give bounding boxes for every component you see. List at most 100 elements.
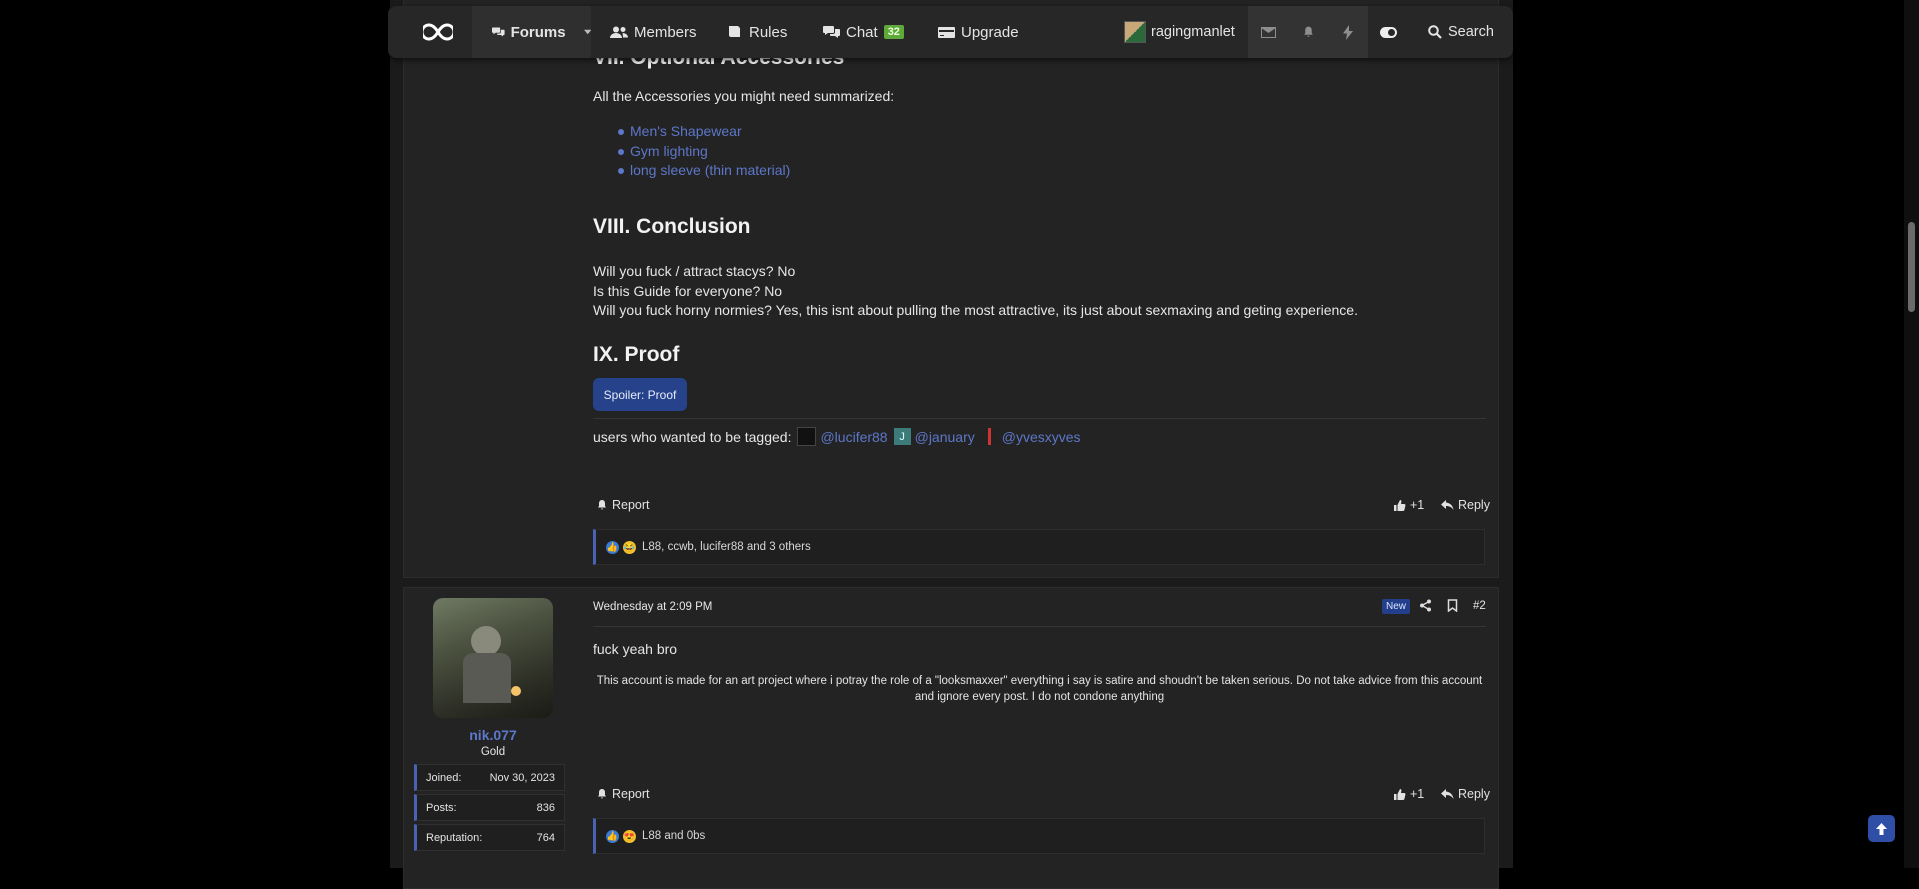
theme-toggle[interactable]: [1368, 6, 1408, 58]
conclusion-line: Will you fuck horny normies? Yes, this i…: [593, 302, 1358, 318]
spoiler-button[interactable]: Spoiler: Proof: [593, 378, 687, 411]
back-to-top-button[interactable]: [1868, 815, 1895, 842]
like-button[interactable]: +1: [1393, 787, 1424, 801]
chevron-down-icon[interactable]: [583, 29, 591, 35]
reactions-bar[interactable]: 👍 😍 L88 and 0bs: [593, 818, 1485, 854]
scrollbar-thumb[interactable]: [1908, 222, 1915, 312]
stat-row-joined: Joined: Nov 30, 2023: [414, 764, 565, 791]
user-rank: Gold: [480, 746, 506, 758]
list-item[interactable]: Men's Shapewear: [617, 122, 790, 142]
post-timestamp[interactable]: Wednesday at 2:09 PM: [593, 601, 712, 613]
search-label: Search: [1448, 24, 1494, 40]
list-item[interactable]: Gym lighting: [617, 142, 790, 162]
lightning-icon: [1343, 24, 1353, 40]
like-count: +1: [1410, 787, 1425, 801]
reply-icon: [1441, 500, 1454, 510]
stat-value: 836: [536, 801, 555, 814]
stat-value: Nov 30, 2023: [489, 771, 555, 784]
reactions-bar[interactable]: 👍 😂 L88, ccwb, lucifer88 and 3 others: [593, 529, 1485, 565]
accessories-list: Men's Shapewear Gym lighting long sleeve…: [617, 122, 790, 181]
stat-label: Joined:: [426, 771, 462, 784]
infinity-logo-icon: [423, 23, 453, 41]
conclusion-line: Is this Guide for everyone? No: [593, 283, 783, 299]
tagged-intro: users who wanted to be tagged:: [593, 428, 792, 445]
site-logo[interactable]: [408, 6, 468, 58]
nav-members-label: Members: [634, 23, 697, 41]
tagged-users-line: users who wanted to be tagged: @lucifer8…: [593, 427, 1081, 446]
whats-new-button[interactable]: [1328, 6, 1368, 58]
like-count: +1: [1410, 498, 1425, 512]
laugh-reaction-icon: 😂: [623, 540, 636, 554]
users-icon: [610, 26, 628, 38]
avatar[interactable]: [433, 598, 553, 718]
report-button[interactable]: Report: [596, 498, 650, 512]
like-button[interactable]: +1: [1393, 498, 1424, 512]
proof-heading: IX. Proof: [593, 343, 680, 366]
avatar: [1124, 21, 1146, 43]
list-item[interactable]: long sleeve (thin material): [617, 161, 790, 181]
nav-members[interactable]: Members: [610, 6, 697, 58]
top-navigation: Forums Members Rules Chat 32 Upgrade rag…: [388, 6, 1513, 58]
nav-rules-label: Rules: [749, 23, 788, 41]
chat-icon: [823, 26, 840, 38]
report-label: Report: [612, 787, 650, 801]
conclusion-heading: VIII. Conclusion: [593, 215, 751, 238]
scrollbar[interactable]: [1904, 0, 1919, 868]
reply-button[interactable]: Reply: [1441, 498, 1490, 512]
nav-forums-label: Forums: [510, 23, 566, 41]
mention-link[interactable]: @lucifer88: [820, 429, 887, 445]
thumbs-up-icon: [1394, 499, 1406, 511]
username-label: ragingmanlet: [1151, 24, 1235, 40]
reply-label: Reply: [1458, 787, 1490, 801]
reply-icon: [1441, 789, 1454, 799]
stat-row-posts: Posts: 836: [414, 794, 565, 821]
conclusion-line: Will you fuck / attract stacys? No: [593, 263, 796, 279]
user-menu[interactable]: ragingmanlet: [1124, 6, 1235, 58]
envelope-icon: [1260, 26, 1276, 38]
bell-icon: [598, 500, 606, 510]
arrow-up-icon: [1876, 822, 1887, 835]
nav-chat[interactable]: Chat 32: [823, 6, 904, 58]
reactions-text: L88, ccwb, lucifer88 and 3 others: [642, 541, 811, 553]
post-message: fuck yeah bro: [593, 641, 678, 657]
share-icon[interactable]: [1419, 599, 1432, 615]
report-label: Report: [612, 498, 650, 512]
stat-label: Posts:: [426, 801, 457, 814]
nav-upgrade-label: Upgrade: [961, 23, 1019, 41]
bookmark-icon[interactable]: [1447, 599, 1458, 615]
mention-link[interactable]: @yvesxyves: [1002, 429, 1081, 445]
forums-icon: [492, 27, 505, 37]
inbox-button[interactable]: [1248, 6, 1288, 58]
book-icon: [729, 26, 740, 37]
post-signature: This account is made for an art project …: [596, 675, 1483, 703]
avatar: [980, 428, 998, 445]
search-icon: [1428, 25, 1442, 39]
nav-forums[interactable]: Forums: [472, 6, 591, 58]
avatar: [797, 427, 817, 446]
avatar: J: [893, 428, 911, 445]
reply-button[interactable]: Reply: [1441, 787, 1490, 801]
bell-icon: [1303, 26, 1313, 37]
nav-chat-label: Chat: [846, 23, 878, 41]
nav-upgrade[interactable]: Upgrade: [938, 6, 1019, 58]
alerts-button[interactable]: [1288, 6, 1328, 58]
thumbs-up-icon: [1394, 788, 1406, 800]
post-number[interactable]: #2: [1473, 600, 1486, 612]
divider: [593, 626, 1486, 627]
love-reaction-icon: 😍: [623, 829, 636, 843]
username-link[interactable]: nik.077: [433, 727, 553, 743]
chat-count-badge: 32: [883, 25, 904, 39]
report-button[interactable]: Report: [596, 787, 650, 801]
new-badge: New: [1382, 599, 1411, 614]
post-1: [403, 0, 1499, 578]
credit-card-icon: [938, 26, 955, 38]
stat-label: Reputation:: [426, 831, 483, 844]
stat-value: 764: [536, 831, 555, 844]
nav-rules[interactable]: Rules: [728, 6, 787, 58]
search-button[interactable]: Search: [1428, 6, 1494, 58]
like-reaction-icon: 👍: [606, 829, 619, 843]
toggle-icon: [1379, 26, 1397, 38]
accessories-intro: All the Accessories you might need summa…: [593, 88, 895, 104]
bell-icon: [598, 789, 606, 799]
mention-link[interactable]: @january: [915, 429, 975, 445]
